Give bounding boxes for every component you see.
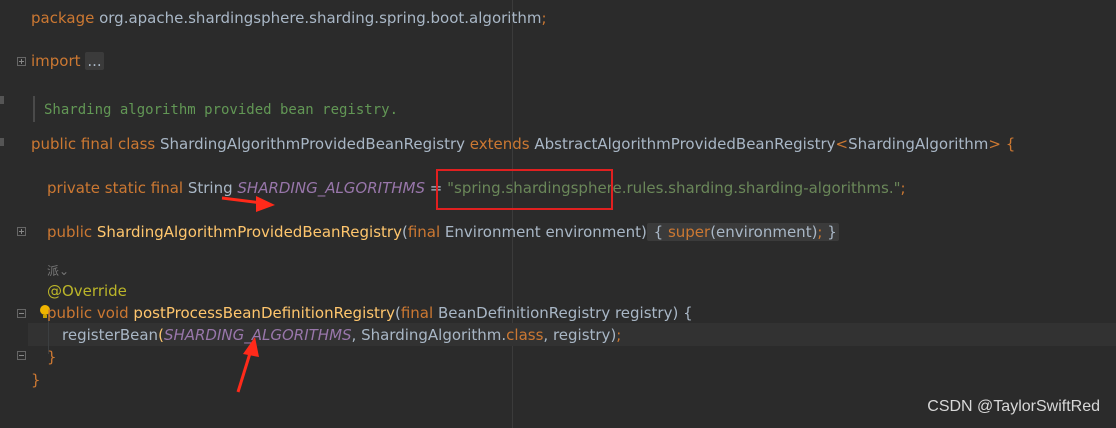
arrow-to-field: [221, 196, 275, 212]
arrow-to-usage: [236, 337, 259, 393]
watermark: CSDN @TaylorSwiftRed: [927, 398, 1100, 415]
annotation-arrows: [221, 196, 275, 393]
